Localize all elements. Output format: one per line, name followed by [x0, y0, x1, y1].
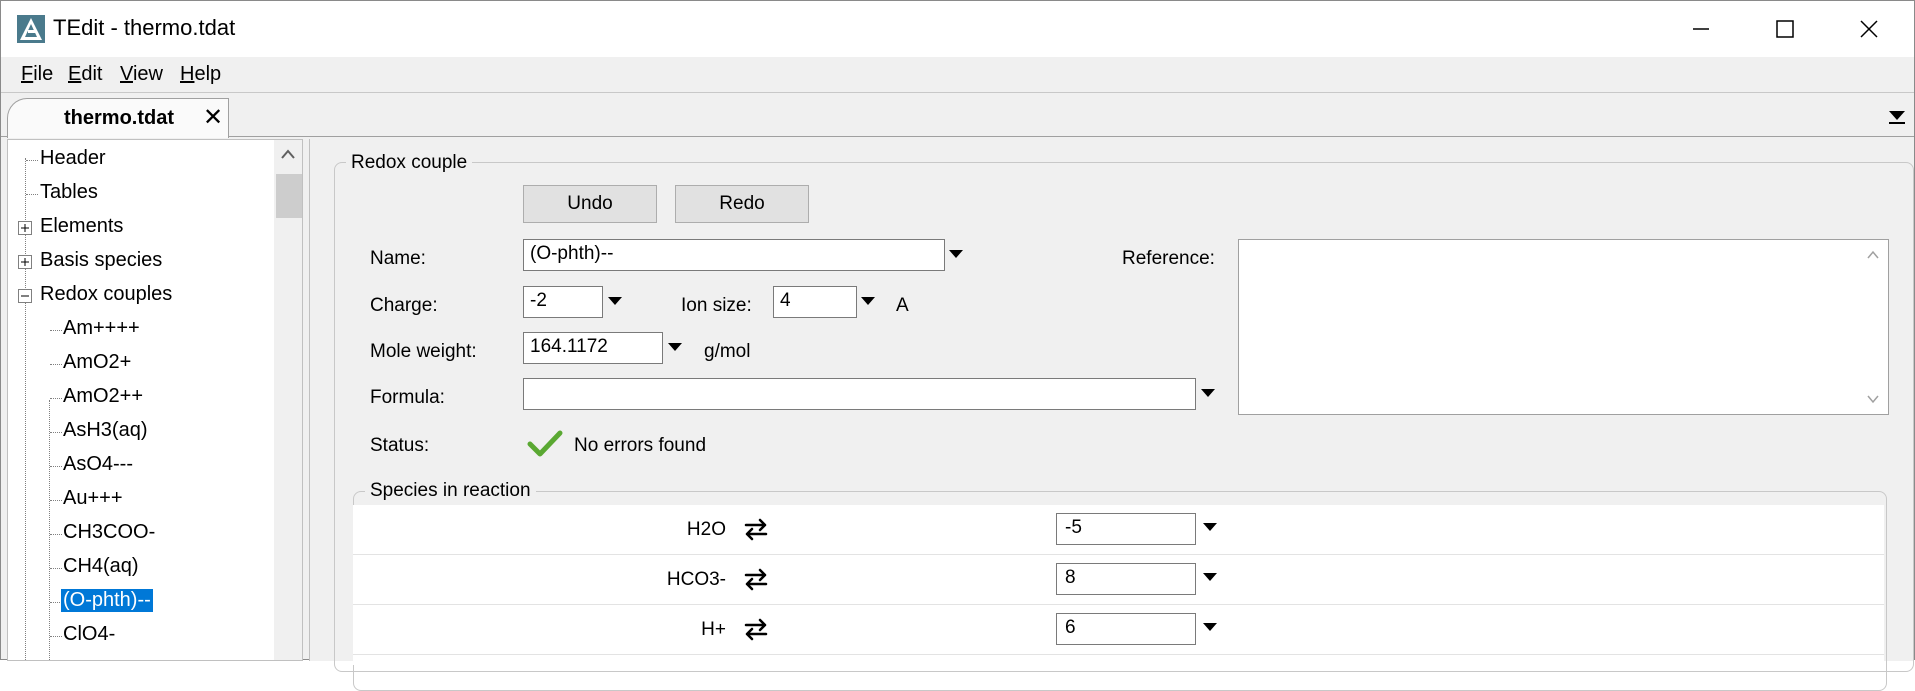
editor-panel: Redox couple Undo Redo Name: (O-phth)-- …	[309, 139, 1914, 691]
app-window: TEdit - thermo.tdat File Edit View Help …	[0, 0, 1915, 691]
tree-item-redox[interactable]: ClO4-	[61, 623, 117, 646]
swap-species-icon[interactable]	[743, 617, 769, 641]
name-field[interactable]: (O-phth)--	[523, 239, 945, 271]
undo-button[interactable]: Undo	[523, 185, 657, 223]
chevron-up-icon[interactable]	[280, 148, 296, 160]
checkmark-icon	[527, 430, 563, 457]
name-label: Name:	[370, 248, 426, 269]
maximize-icon	[1776, 20, 1794, 38]
tree-panel[interactable]: Header Tables Elements Basis species Red…	[7, 139, 303, 661]
reference-textarea[interactable]	[1238, 239, 1889, 415]
tree-item-basis-species[interactable]: Basis species	[38, 249, 164, 272]
tree-item-redox[interactable]: AsO4---	[61, 453, 135, 476]
expand-plus-icon[interactable]	[18, 221, 32, 235]
tree-item-redox[interactable]: CH3COO-	[61, 521, 157, 544]
menu-file[interactable]: File	[21, 63, 53, 86]
chevron-up-icon[interactable]	[1866, 250, 1880, 260]
collapse-minus-icon[interactable]	[18, 289, 32, 303]
formula-field[interactable]	[523, 378, 1196, 410]
species-group-title: Species in reaction	[365, 480, 536, 502]
formula-label: Formula:	[370, 387, 445, 408]
tree-item-header[interactable]: Header	[38, 147, 108, 170]
reference-label: Reference:	[1122, 248, 1215, 269]
menu-edit[interactable]: Edit	[68, 63, 102, 86]
document-tab-bar: thermo.tdat ✕	[1, 94, 1914, 138]
charge-dropdown-icon[interactable]	[608, 297, 622, 305]
tree-item-elements[interactable]: Elements	[38, 215, 125, 238]
tree-item-redox[interactable]: AmO2++	[61, 385, 145, 408]
tree-item-redox-couples[interactable]: Redox couples	[38, 283, 174, 306]
tree-scrollbar[interactable]	[274, 140, 302, 660]
tab-thermo-tdat[interactable]: thermo.tdat ✕	[7, 98, 229, 138]
ion-size-dropdown-icon[interactable]	[861, 297, 875, 305]
tree-item-redox-selected[interactable]: (O-phth)--	[61, 589, 153, 612]
species-name: H+	[701, 619, 726, 640]
ion-size-label: Ion size:	[681, 295, 752, 316]
name-dropdown-icon[interactable]	[949, 250, 963, 258]
species-row: HCO3- 8	[353, 555, 1884, 605]
tree-item-redox[interactable]: Au+++	[61, 487, 125, 510]
title-bar: TEdit - thermo.tdat	[1, 1, 1914, 57]
close-window-button[interactable]	[1827, 1, 1911, 57]
ion-size-unit: A	[896, 295, 909, 316]
expand-plus-icon[interactable]	[18, 255, 32, 269]
menu-help[interactable]: Help	[180, 63, 221, 86]
formula-dropdown-icon[interactable]	[1201, 389, 1215, 397]
species-list: H2O -5 HCO3- 8 H+ 6	[353, 505, 1884, 665]
coefficient-dropdown-icon[interactable]	[1203, 623, 1217, 631]
app-logo-icon	[17, 15, 45, 43]
menu-bar: File Edit View Help	[1, 57, 1914, 93]
window-title: TEdit - thermo.tdat	[53, 15, 236, 40]
tree-item-redox[interactable]: CH4(aq)	[61, 555, 141, 578]
mole-weight-field[interactable]: 164.1172	[523, 332, 663, 364]
minimize-icon	[1693, 28, 1709, 30]
species-row: H2O -5	[353, 505, 1884, 555]
tree-item-redox[interactable]: AsH3(aq)	[61, 419, 149, 442]
status-text: No errors found	[574, 435, 707, 456]
species-coefficient-field[interactable]: 8	[1056, 563, 1196, 595]
mole-weight-dropdown-icon[interactable]	[668, 343, 682, 351]
charge-field[interactable]: -2	[523, 286, 603, 318]
swap-species-icon[interactable]	[743, 517, 769, 541]
species-name: H2O	[686, 519, 726, 540]
species-coefficient-field[interactable]: 6	[1056, 613, 1196, 645]
redox-couple-group-title: Redox couple	[346, 152, 473, 174]
tree-guide	[49, 400, 50, 660]
close-icon	[1860, 20, 1878, 38]
swap-species-icon[interactable]	[743, 567, 769, 591]
chevron-down-icon[interactable]	[1866, 394, 1880, 404]
tree-guide	[26, 160, 38, 161]
tree-scrollbar-thumb[interactable]	[276, 174, 302, 218]
tab-close-icon[interactable]: ✕	[203, 106, 223, 130]
mole-weight-label: Mole weight:	[370, 341, 477, 362]
redo-button[interactable]: Redo	[675, 185, 809, 223]
status-label: Status:	[370, 435, 430, 456]
coefficient-dropdown-icon[interactable]	[1203, 573, 1217, 581]
coefficient-dropdown-icon[interactable]	[1203, 523, 1217, 531]
species-coefficient-field[interactable]: -5	[1056, 513, 1196, 545]
mole-weight-unit: g/mol	[704, 341, 751, 362]
tree-item-redox[interactable]: AmO2+	[61, 351, 133, 374]
tree-item-redox[interactable]: Am++++	[61, 317, 142, 340]
minimize-button[interactable]	[1659, 1, 1743, 57]
tab-list-dropdown-icon[interactable]	[1886, 104, 1908, 126]
charge-label: Charge:	[370, 295, 438, 316]
maximize-button[interactable]	[1743, 1, 1827, 57]
tree-item-tables[interactable]: Tables	[38, 181, 100, 204]
species-row: H+ 6	[353, 605, 1884, 655]
tree-guide	[26, 194, 38, 195]
ion-size-field[interactable]: 4	[773, 286, 857, 318]
menu-view[interactable]: View	[120, 63, 163, 86]
tab-label: thermo.tdat	[64, 107, 174, 129]
species-name: HCO3-	[666, 569, 726, 590]
